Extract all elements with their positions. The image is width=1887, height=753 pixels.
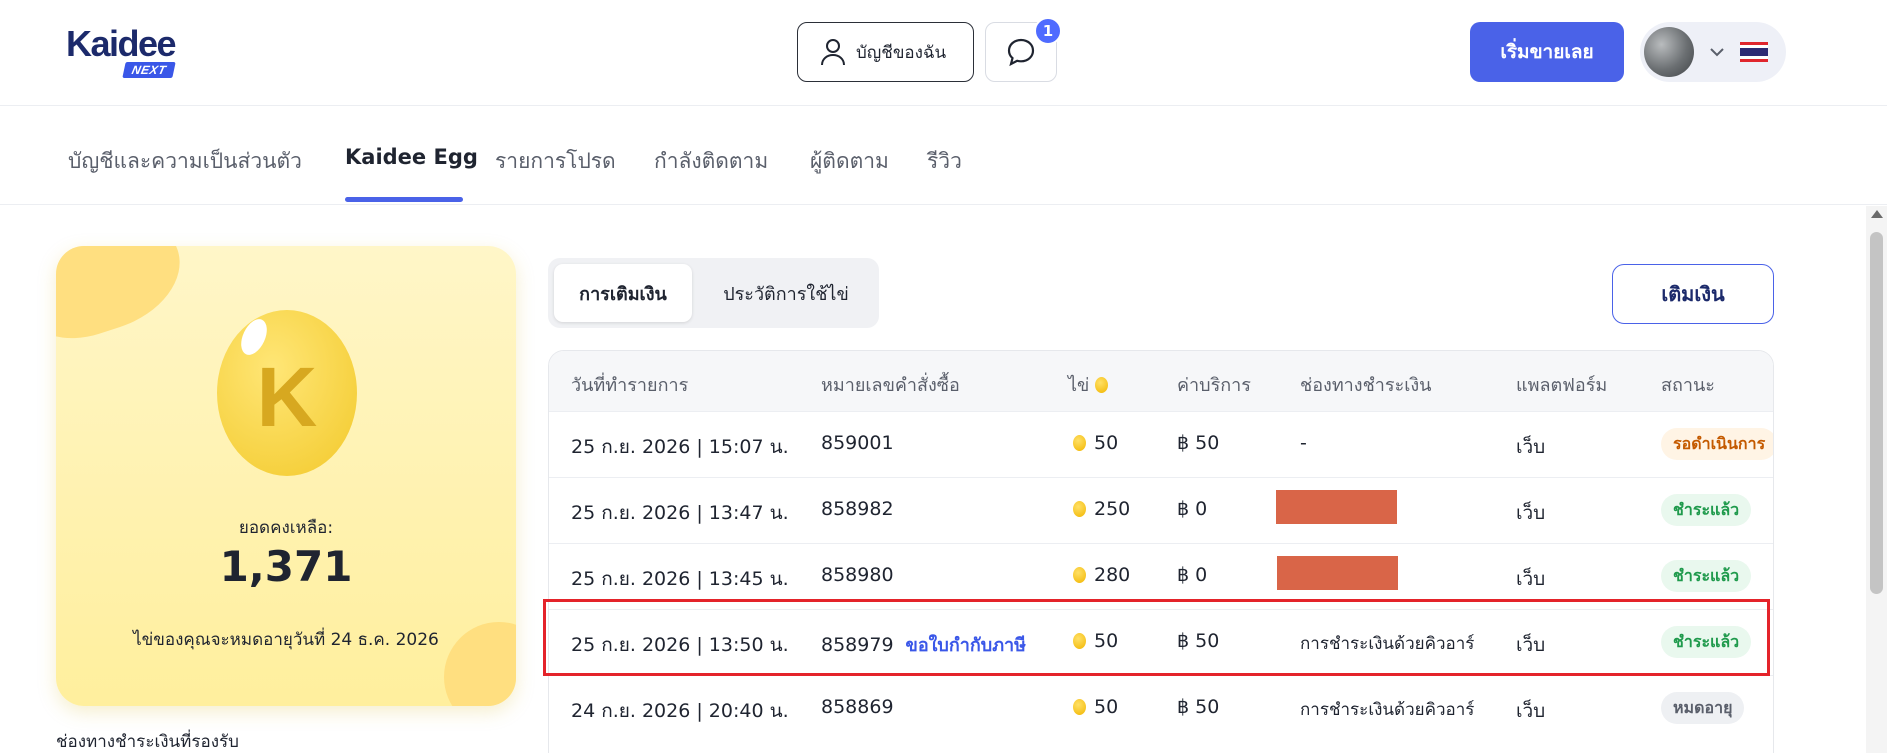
row-platform: เว็บ — [1516, 568, 1546, 590]
row-eggs: 280 — [1073, 564, 1130, 586]
avatar — [1644, 27, 1694, 77]
topup-table: วันที่ทำรายการ หมายเลขคำสั่งซื้อ ไข่ ค่า… — [548, 350, 1774, 753]
tab-account-privacy[interactable]: บัญชีและความเป็นส่วนตัว — [68, 145, 302, 178]
egg-expiry-text: ไข่ของคุณจะหมดอายุวันที่ 24 ธ.ค. 2026 — [133, 630, 439, 650]
egg-coin-icon — [1095, 376, 1109, 393]
row-fee: ฿ 50 — [1177, 432, 1220, 454]
redacted-channel-block — [1277, 556, 1398, 590]
my-account-label: บัญชีของฉัน — [856, 42, 947, 63]
row-platform: เว็บ — [1516, 502, 1546, 524]
row-order-number: 858979 ขอใบกำกับภาษี — [821, 630, 1026, 659]
row-channel: การชำระเงินด้วยคิวอาร์ — [1300, 634, 1475, 654]
profile-menu[interactable] — [1640, 22, 1786, 82]
row-eggs: 250 — [1073, 498, 1130, 520]
request-tax-invoice-link[interactable]: ขอใบกำกับภาษี — [906, 630, 1027, 659]
my-account-button[interactable]: บัญชีของฉัน — [797, 22, 974, 82]
supported-payment-methods-label: ช่องทางชำระเงินที่รองรับ — [56, 732, 239, 752]
col-service-fee: ค่าบริการ — [1177, 375, 1251, 396]
tab-egg-usage-history[interactable]: ประวัติการใช้ไข่ — [700, 264, 872, 322]
row-fee: ฿ 0 — [1177, 564, 1208, 586]
top-header: Kaidee NEXT บัญชีของฉัน 1 เริ่มขายเลย — [0, 0, 1887, 106]
row-platform: เว็บ — [1516, 700, 1546, 722]
start-selling-button[interactable]: เริ่มขายเลย — [1470, 22, 1624, 82]
row-channel: การชำระเงินด้วยคิวอาร์ — [1300, 700, 1475, 720]
row-date: 24 ก.ย. 2026 | 20:40 น. — [571, 700, 789, 722]
row-platform: เว็บ — [1516, 436, 1546, 458]
logo-next-tag: NEXT — [122, 62, 176, 78]
logo-text: Kaidee — [66, 23, 177, 64]
egg-coin-icon — [1073, 567, 1086, 583]
user-icon — [821, 39, 845, 66]
row-order-number: 858869 — [821, 696, 894, 718]
table-row[interactable]: 24 ก.ย. 2026 | 20:40 น. 858869 50 ฿ 50 ก… — [549, 675, 1773, 741]
row-eggs: 50 — [1073, 630, 1118, 652]
scroll-thumb[interactable] — [1870, 232, 1883, 594]
table-row[interactable]: 25 ก.ย. 2026 | 15:07 น. 859001 50 ฿ 50 -… — [549, 411, 1773, 477]
status-badge: ชำระแล้ว — [1661, 626, 1752, 658]
status-badge: รอดำเนินการ — [1661, 428, 1773, 460]
table-row[interactable]: 25 ก.ย. 2026 | 13:50 น. 858979 ขอใบกำกับ… — [549, 609, 1773, 675]
row-date: 25 ก.ย. 2026 | 13:47 น. — [571, 502, 789, 524]
tab-reviews[interactable]: รีวิว — [927, 145, 962, 178]
thai-flag-icon[interactable] — [1740, 42, 1768, 62]
egg-coin-icon — [1073, 633, 1086, 649]
row-fee: ฿ 0 — [1177, 498, 1208, 520]
row-eggs: 50 — [1073, 432, 1118, 454]
kaidee-logo[interactable]: Kaidee NEXT — [66, 24, 196, 80]
col-date: วันที่ทำรายการ — [571, 375, 689, 396]
profile-nav-tabs: บัญชีและความเป็นส่วนตัว Kaidee Egg รายกา… — [0, 107, 1887, 205]
egg-letter: K — [257, 350, 318, 444]
redacted-channel-block — [1276, 490, 1397, 524]
egg-balance-card: K ยอดคงเหลือ: 1,371 ไข่ของคุณจะหมดอายุวั… — [56, 246, 516, 706]
row-order-number: 858980 — [821, 564, 894, 586]
egg-coin-icon — [1073, 501, 1086, 517]
row-fee: ฿ 50 — [1177, 630, 1220, 652]
tab-followers[interactable]: ผู้ติดตาม — [810, 145, 889, 178]
col-eggs: ไข่ — [1068, 370, 1109, 399]
row-order-number: 859001 — [821, 432, 894, 454]
row-eggs: 50 — [1073, 696, 1118, 718]
chat-bubble-icon — [1007, 38, 1035, 67]
col-status: สถานะ — [1661, 375, 1715, 396]
row-date: 25 ก.ย. 2026 | 15:07 น. — [571, 436, 789, 458]
egg-coin-icon — [1073, 699, 1086, 715]
row-order-number: 858982 — [821, 498, 894, 520]
tab-following[interactable]: กำลังติดตาม — [654, 145, 768, 178]
kaidee-egg-icon: K — [217, 310, 357, 476]
chat-notification-badge: 1 — [1034, 17, 1062, 45]
row-date: 25 ก.ย. 2026 | 13:45 น. — [571, 568, 789, 590]
col-platform: แพลตฟอร์ม — [1516, 375, 1608, 396]
tab-topup[interactable]: การเติมเงิน — [554, 264, 692, 322]
row-platform: เว็บ — [1516, 634, 1546, 656]
chevron-down-icon — [1710, 48, 1724, 57]
page-scrollbar[interactable] — [1866, 206, 1887, 753]
tab-kaidee-egg[interactable]: Kaidee Egg — [345, 145, 478, 169]
row-date: 25 ก.ย. 2026 | 13:50 น. — [571, 634, 789, 656]
egg-coin-icon — [1073, 435, 1086, 451]
balance-value: 1,371 — [219, 542, 353, 591]
table-row[interactable]: 25 ก.ย. 2026 | 13:45 น. 858980 280 ฿ 0 เ… — [549, 543, 1773, 609]
topup-button[interactable]: เติมเงิน — [1612, 264, 1774, 324]
table-row[interactable]: 25 ก.ย. 2026 | 13:47 น. 858982 250 ฿ 0 เ… — [549, 477, 1773, 543]
col-payment-channel: ช่องทางชำระเงิน — [1300, 375, 1432, 396]
balance-label: ยอดคงเหลือ: — [238, 518, 334, 538]
row-fee: ฿ 50 — [1177, 696, 1220, 718]
status-badge: หมดอายุ — [1661, 692, 1745, 724]
transaction-type-switch: การเติมเงิน ประวัติการใช้ไข่ — [548, 258, 879, 328]
row-channel: - — [1300, 432, 1307, 454]
scroll-up-arrow-icon[interactable] — [1871, 210, 1883, 218]
active-tab-indicator — [345, 197, 463, 202]
table-header: วันที่ทำรายการ หมายเลขคำสั่งซื้อ ไข่ ค่า… — [549, 351, 1773, 411]
status-badge: ชำระแล้ว — [1661, 494, 1752, 526]
status-badge: ชำระแล้ว — [1661, 560, 1752, 592]
tab-favorites[interactable]: รายการโปรด — [495, 145, 616, 178]
col-order-number: หมายเลขคำสั่งซื้อ — [821, 375, 960, 396]
decorative-blob — [56, 246, 195, 354]
